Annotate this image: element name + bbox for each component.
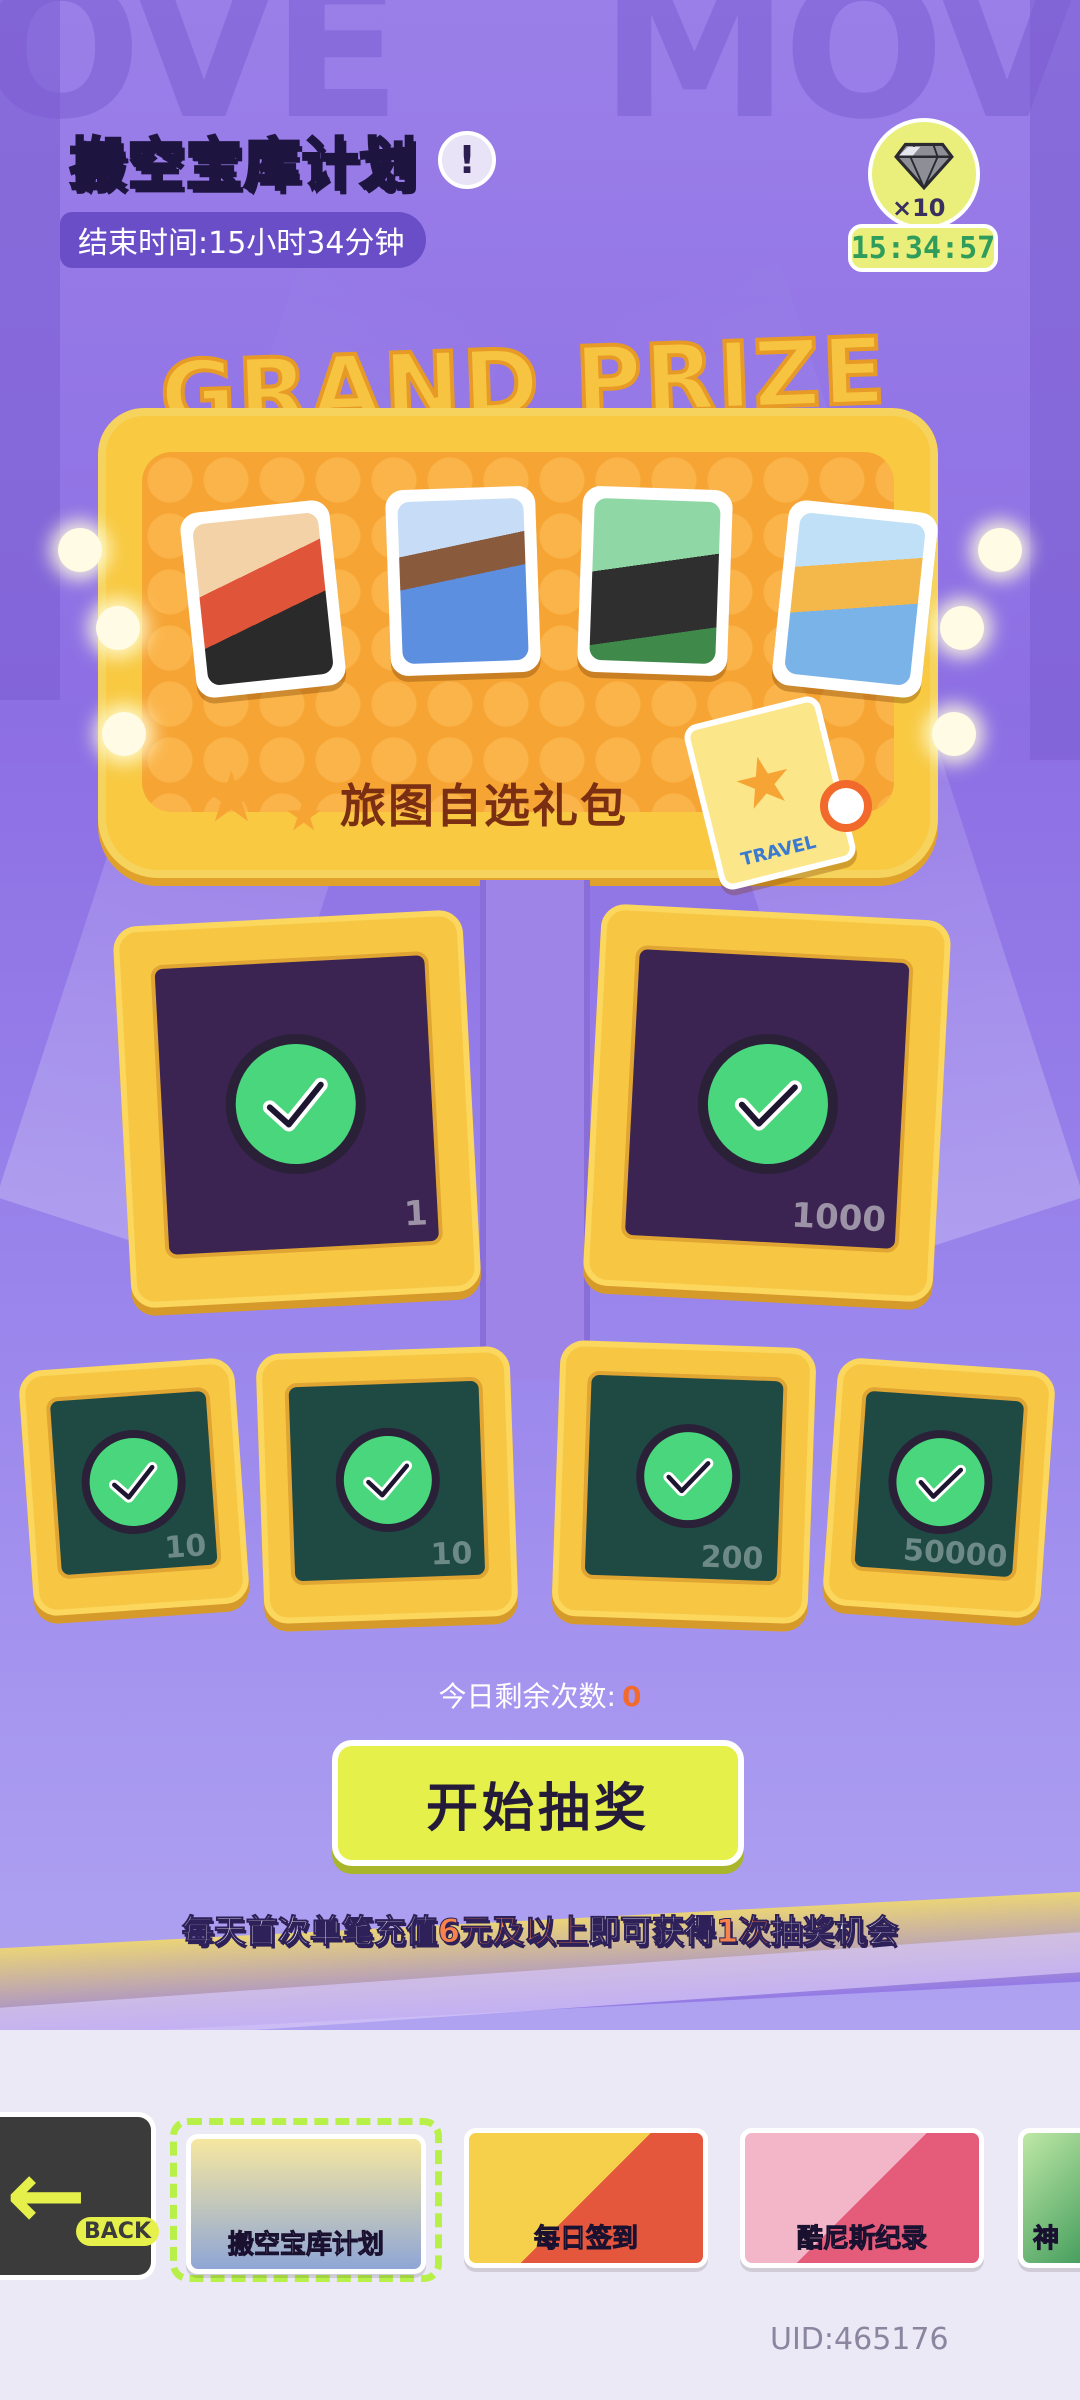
pack-label: 旅图自选礼包: [340, 779, 628, 833]
tab-label: 搬空宝库计划: [227, 2230, 384, 2261]
back-button[interactable]: ← BACK: [0, 2112, 159, 2280]
start-draw-button[interactable]: 开始抽奖: [332, 1740, 744, 1866]
tab-label: 每日签到: [533, 2224, 638, 2255]
exclamation-icon[interactable]: !: [438, 131, 496, 189]
end-time-label: 结束时间:15小时34分钟: [60, 212, 427, 268]
light-bulb: [978, 528, 1022, 572]
title-highlight: 搬空: [69, 131, 186, 199]
tab-kunis-record[interactable]: 酷尼斯纪录: [740, 2128, 984, 2268]
character-card-2[interactable]: [384, 485, 542, 677]
light-bulb: [940, 606, 984, 650]
remaining-label: 今日剩余次数:: [438, 1680, 616, 1713]
tab-daily-checkin[interactable]: 每日签到: [464, 2128, 708, 2268]
reward-box-large-2[interactable]: 1000: [582, 903, 952, 1303]
remaining-count: 0: [621, 1680, 642, 1713]
reward-quantity: 10: [430, 1536, 474, 1573]
reward-quantity: 10: [163, 1528, 208, 1566]
remaining-draws: 今日剩余次数: 0: [0, 1675, 1080, 1715]
reward-box-small-3[interactable]: 200: [551, 1339, 817, 1625]
light-bulb: [932, 712, 976, 756]
building-right: [1030, 0, 1080, 760]
character-card-3[interactable]: [576, 485, 734, 677]
rule-part2: 即可获得: [587, 1912, 716, 1951]
reward-quantity: 1: [402, 1193, 429, 1235]
reward-box-small-1[interactable]: 10: [17, 1356, 251, 1618]
light-bulb: [96, 606, 140, 650]
building-left: [0, 0, 60, 700]
star-icon: ★: [724, 736, 803, 829]
tab-label: 神: [1033, 2224, 1060, 2255]
countdown-timer: 15:34:57: [848, 224, 998, 272]
character-card-1[interactable]: [178, 498, 348, 700]
background-word-right: MOV: [600, 0, 1080, 161]
tab-vault-plan[interactable]: 搬空宝库计划: [186, 2134, 426, 2274]
event-title: 搬空宝库计划 !: [69, 120, 496, 200]
rule-highlight-amount: 6元及以上: [437, 1912, 588, 1951]
title-rest: 宝库计划: [185, 131, 418, 199]
diamond-icon: [894, 142, 954, 191]
pack-card-text: TRAVEL: [738, 831, 819, 871]
sign-pole: [480, 880, 590, 1380]
tab-label: 酷尼斯纪录: [796, 2224, 927, 2255]
star-decoration: ★: [200, 756, 263, 838]
star-decoration: ★: [284, 790, 324, 841]
user-id: UID:465176: [770, 2322, 949, 2357]
rule-part1: 每天首次单笔充值: [181, 1912, 438, 1951]
back-label: BACK: [76, 2217, 159, 2246]
reward-quantity: 50000: [901, 1532, 1009, 1575]
rule-highlight-count: 1次: [715, 1912, 771, 1951]
light-bulb: [102, 712, 146, 756]
reward-box-small-4[interactable]: 50000: [821, 1356, 1057, 1620]
reward-quantity: 200: [700, 1539, 764, 1577]
tab-partial[interactable]: 神: [1018, 2128, 1080, 2268]
gem-count: ×10: [892, 194, 946, 222]
reward-box-large-1[interactable]: 1: [112, 909, 482, 1309]
draw-rule-text: 每天首次单笔充值6元及以上即可获得1次抽奖机会: [0, 1906, 1080, 1952]
gem-reward-badge[interactable]: ×10 15:34:57: [848, 118, 998, 278]
reward-quantity: 1000: [790, 1195, 888, 1241]
back-arrow-icon: ←: [6, 2139, 87, 2251]
reward-box-small-2[interactable]: 10: [255, 1345, 519, 1625]
light-bulb: [58, 528, 102, 572]
rule-part3: 抽奖机会: [770, 1912, 899, 1951]
magnifier-icon[interactable]: [820, 780, 872, 832]
character-card-4[interactable]: [770, 498, 940, 700]
